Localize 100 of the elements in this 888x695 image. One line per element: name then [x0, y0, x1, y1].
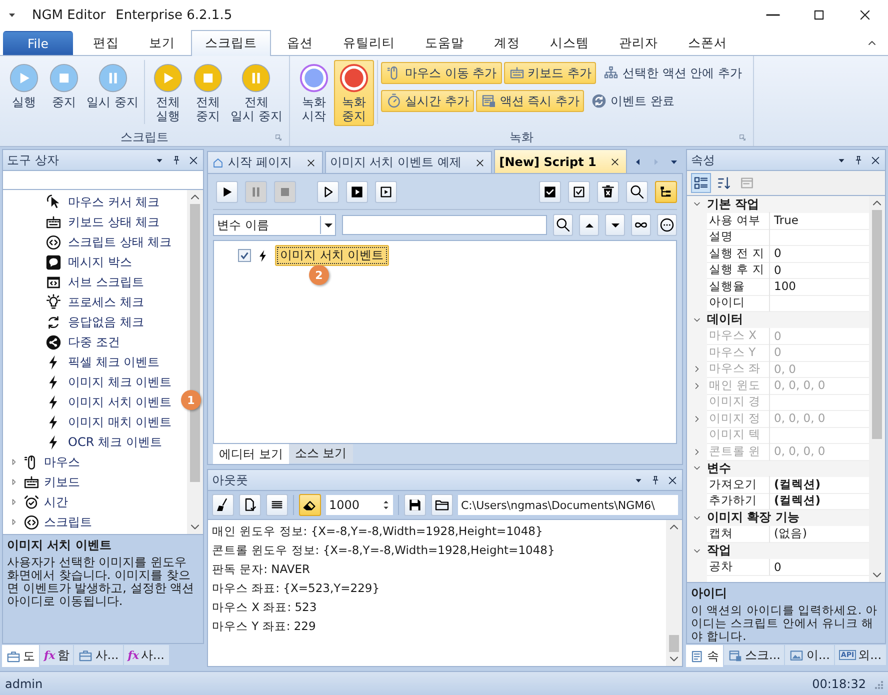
tree-item[interactable]: OCR 체크 이벤트: [3, 432, 162, 452]
panel-tab[interactable]: 속: [686, 645, 723, 667]
ribbon-tab[interactable]: 스크립트: [191, 30, 271, 56]
help-title: 이미지 서치 이벤트: [7, 537, 112, 554]
broom-button[interactable]: [212, 494, 234, 516]
scrollbar[interactable]: [869, 196, 885, 582]
count-field[interactable]: 1000: [326, 495, 393, 515]
panel-tab[interactable]: 사...: [74, 645, 123, 665]
pause-button[interactable]: 전체 일시 중지: [228, 60, 285, 126]
tree-item[interactable]: 키보드 상태 체크: [3, 212, 160, 232]
ribbon-tab[interactable]: 옵션: [273, 31, 327, 55]
category-label: 작업: [707, 542, 731, 560]
checkbox-button[interactable]: [568, 181, 590, 203]
tree-item[interactable]: 서브 스크립트: [3, 272, 144, 292]
property-name: 가져오기: [707, 476, 770, 494]
scroll-thumb[interactable]: [669, 635, 679, 652]
keyboard-add-button[interactable]: 키보드 추가: [504, 62, 596, 84]
tree-item[interactable]: 이미지 서치 이벤트: [3, 392, 172, 412]
variable-dropdown[interactable]: 변수 이름: [213, 214, 336, 236]
eraser-button[interactable]: [299, 494, 321, 516]
ribbon-tab[interactable]: 관리자: [605, 31, 672, 55]
pause-button[interactable]: 일시 중지: [84, 60, 142, 112]
path-field[interactable]: C:\Users\ngmas\Documents\NGM6\: [458, 495, 678, 515]
tree-item[interactable]: 이미지 체크 이벤트: [3, 372, 172, 392]
play-frame-button[interactable]: [375, 181, 397, 203]
play-block-button[interactable]: [346, 181, 368, 203]
caret-up-button[interactable]: [579, 214, 599, 236]
record-stop-button[interactable]: 녹화 중지: [334, 60, 374, 126]
scrollbar[interactable]: [666, 520, 682, 666]
tree-item[interactable]: 마우스: [3, 452, 80, 472]
more-button[interactable]: [657, 214, 677, 236]
play-button[interactable]: [216, 181, 238, 203]
hierarchy-add-button[interactable]: 선택한 액션 안에 추가: [598, 62, 747, 84]
file-check-button[interactable]: [239, 494, 261, 516]
tree-item[interactable]: 이미지 매치 이벤트: [3, 412, 172, 432]
check-block-button[interactable]: [539, 181, 561, 203]
record-start-button[interactable]: 녹화 시작: [294, 60, 334, 126]
scroll-thumb[interactable]: [872, 210, 882, 440]
infinity-button[interactable]: [631, 214, 651, 236]
panel-tab[interactable]: fx 사...: [124, 645, 168, 665]
search-button[interactable]: [553, 214, 573, 236]
zoom-button[interactable]: [626, 181, 648, 203]
tree-view-button[interactable]: [655, 181, 677, 203]
categorized-button[interactable]: [691, 173, 711, 193]
file-menu-button[interactable]: File: [3, 31, 73, 55]
categorized-icon: [693, 175, 709, 191]
stop-button[interactable]: 중지: [44, 60, 84, 112]
form-add-button[interactable]: 액션 즉시 추가: [476, 90, 584, 112]
close-tab-icon: [475, 158, 486, 168]
document-tab[interactable]: [New] Script 1: [494, 149, 628, 173]
stop-button[interactable]: 전체 중지: [188, 60, 228, 126]
script-item[interactable]: 이미지 서치 이벤트: [275, 245, 389, 266]
play-button[interactable]: 실행: [4, 60, 44, 112]
property-name: 이미지 경: [707, 394, 770, 411]
tree-item[interactable]: 프로세스 체크: [3, 292, 144, 312]
view-tab[interactable]: 에디터 보기: [213, 444, 289, 464]
scrollbar[interactable]: [187, 190, 203, 534]
ribbon-tab[interactable]: 계정: [480, 31, 534, 55]
stopwatch-add-button[interactable]: 실시간 추가: [381, 90, 474, 112]
log-line: 마우스 X 좌표: 523: [212, 599, 318, 616]
scroll-thumb[interactable]: [190, 204, 200, 482]
search-field[interactable]: [2, 171, 204, 190]
tree-item[interactable]: 키보드: [3, 472, 80, 492]
image-icon: [789, 648, 804, 662]
property-name: 설명: [707, 228, 770, 246]
panel-tab[interactable]: 스크...: [724, 645, 784, 665]
panel-tab[interactable]: 이...: [785, 645, 834, 665]
checkbox[interactable]: [238, 249, 251, 262]
document-tab[interactable]: 시작 페이지: [207, 151, 323, 173]
tree-item[interactable]: 픽셀 체크 이벤트: [3, 352, 160, 372]
view-tab[interactable]: 소스 보기: [288, 444, 353, 463]
mouse-add-button[interactable]: 마우스 이동 추가: [381, 62, 502, 84]
ribbon-tab[interactable]: 유틸리티: [329, 31, 409, 55]
save-button[interactable]: [404, 494, 426, 516]
ribbon-tab[interactable]: 도움말: [411, 31, 478, 55]
ribbon-tab[interactable]: 시스템: [536, 31, 603, 55]
panel-title: 도구 상자: [7, 152, 59, 168]
tree-item[interactable]: 시간: [3, 492, 68, 512]
ribbon-tab[interactable]: 보기: [135, 31, 189, 55]
tree-item[interactable]: 스크립트 상태 체크: [3, 232, 172, 252]
caret-down-button[interactable]: [605, 214, 625, 236]
tree-item[interactable]: 마우스 커서 체크: [3, 192, 160, 212]
panel-tab[interactable]: 도: [2, 645, 39, 667]
sync-add-button[interactable]: 이벤트 완료: [586, 90, 680, 112]
panel-tab[interactable]: fx 함: [40, 645, 74, 665]
play-button[interactable]: 전체 실행: [148, 60, 188, 126]
tree-item[interactable]: 응답없음 체크: [3, 312, 144, 332]
play-outline-button[interactable]: [317, 181, 339, 203]
search-field[interactable]: [342, 215, 547, 235]
ribbon-tab[interactable]: 스폰서: [674, 31, 741, 55]
list-button[interactable]: [266, 494, 288, 516]
ribbon-tab[interactable]: 편집: [79, 31, 133, 55]
tree-item[interactable]: 다중 조건: [3, 332, 120, 352]
tree-item[interactable]: 스크립트: [3, 512, 92, 532]
trash-button[interactable]: [597, 181, 619, 203]
document-tab[interactable]: 이미지 서치 이벤트 예제: [324, 151, 492, 173]
folder-button[interactable]: [431, 494, 453, 516]
play-icon: [152, 63, 183, 93]
group-title: 스크립트: [120, 128, 168, 146]
tree-item[interactable]: 메시지 박스: [3, 252, 132, 272]
